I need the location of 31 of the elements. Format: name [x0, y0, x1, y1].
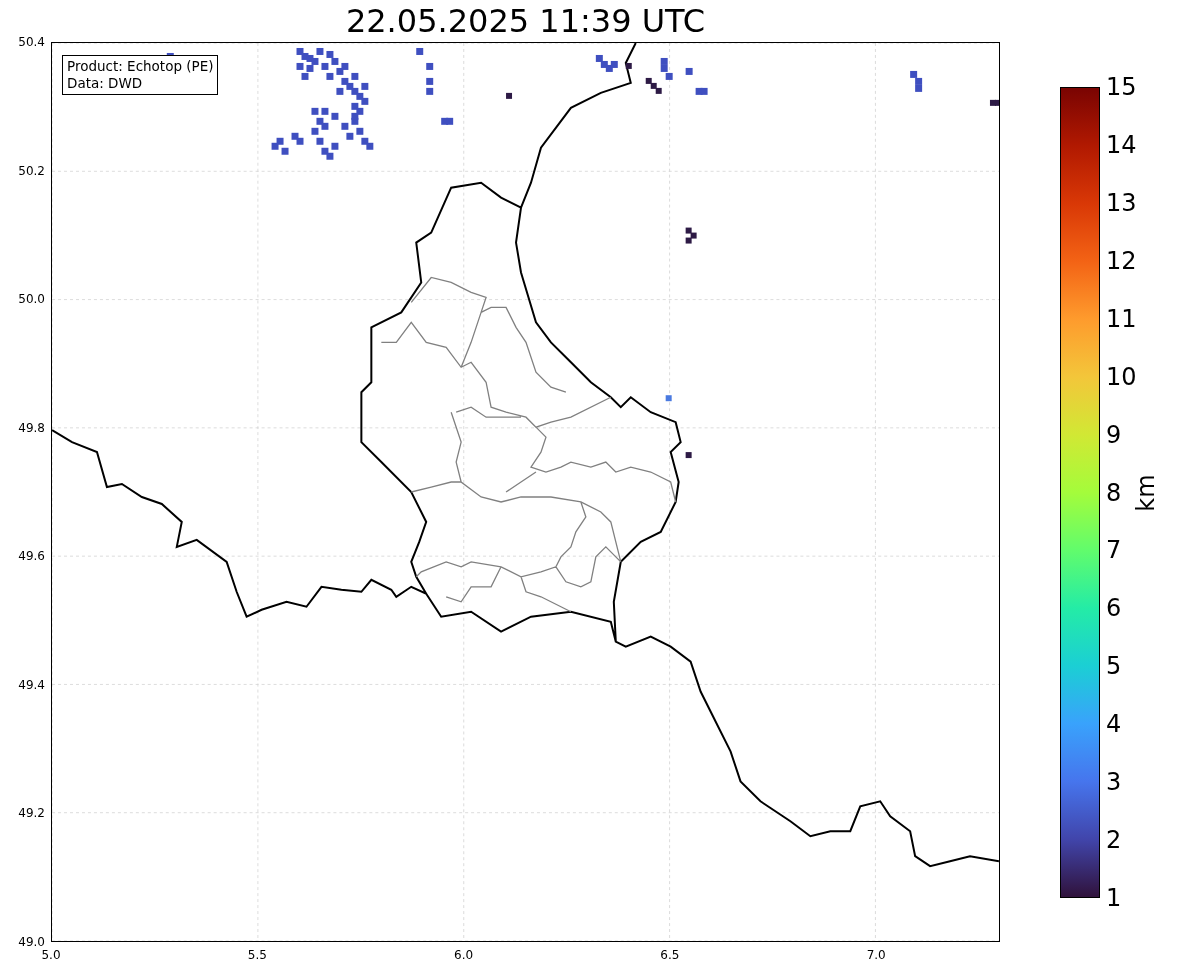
- colorbar-tick-label: 1: [1106, 886, 1122, 910]
- colorbar-tick-label: 6: [1106, 596, 1122, 621]
- colorbar-tick-label: 2: [1106, 828, 1122, 853]
- colorbar-tick-label: 7: [1106, 538, 1122, 563]
- x-tick-label: 5.5: [247, 948, 267, 962]
- colorbar-tick-label: 4: [1106, 712, 1122, 737]
- x-tick-label: 7.0: [866, 948, 886, 962]
- x-tick-label: 5.0: [41, 948, 61, 962]
- y-tick-label: 50.0: [18, 292, 45, 307]
- colorbar-tick-label: 3: [1106, 770, 1122, 795]
- y-tick-label: 49.0: [18, 935, 45, 949]
- y-tick-label: 49.8: [18, 420, 45, 435]
- colorbar-unit-label: km: [1132, 473, 1160, 512]
- y-tick-label: 50.4: [18, 35, 45, 49]
- colorbar-tick-label: 13: [1106, 190, 1137, 215]
- colorbar-tick-label: 11: [1106, 306, 1137, 331]
- colorbar-tick-label: 8: [1106, 480, 1122, 505]
- colorbar-tick-label: 10: [1106, 364, 1137, 389]
- y-tick-label: 49.2: [18, 806, 45, 821]
- colorbar-tick-label: 14: [1106, 132, 1137, 157]
- colorbar-tick-label: 15: [1106, 75, 1137, 99]
- y-tick-label: 49.4: [18, 677, 45, 692]
- colorbar-tick-label: 5: [1106, 654, 1122, 679]
- colorbar-tick-label: 9: [1106, 422, 1122, 447]
- x-tick-label: 6.0: [454, 948, 474, 962]
- chart-title: 22.05.2025 11:39 UTC: [344, 1, 707, 42]
- y-tick-label: 49.6: [18, 549, 45, 564]
- x-tick-label: 6.5: [660, 948, 680, 962]
- info-box: Product: Echotop (PE) Data: DWD: [62, 55, 219, 95]
- y-tick-label: 50.2: [18, 163, 45, 178]
- colorbar-tick-label: 12: [1106, 248, 1137, 273]
